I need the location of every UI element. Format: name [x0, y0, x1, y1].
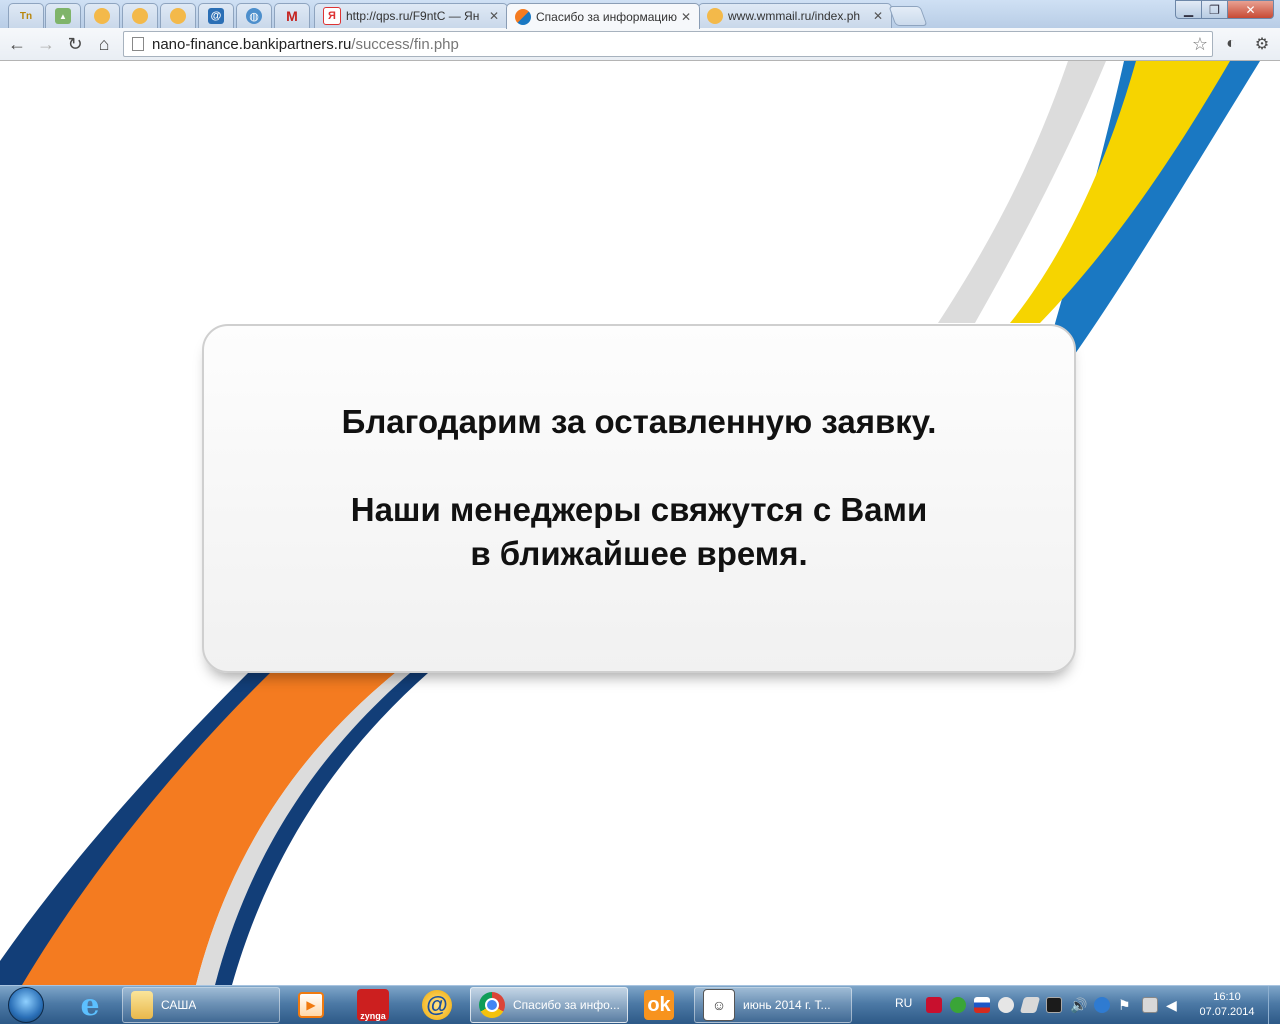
zynga-icon: zynga [357, 989, 389, 1021]
language-indicator[interactable]: RU [895, 996, 912, 1010]
address-host: nano-finance.bankipartners.ru [152, 35, 352, 53]
tab-pinned-3[interactable] [84, 3, 120, 28]
close-icon[interactable]: ✕ [871, 9, 885, 23]
tab-bankipartners-label: Спасибо за информацию [536, 9, 677, 24]
taskbar-zynga[interactable]: zynga [350, 987, 396, 1023]
thank-you-card: Благодарим за оставленную заявку. Наши м… [202, 324, 1076, 673]
uploader-icon: ▲ [55, 8, 71, 24]
taskbar-calendar-label: июнь 2014 г. Т... [743, 998, 831, 1012]
star-icon[interactable]: ☆ [1192, 34, 1208, 55]
taskbar-chrome-label: Спасибо за инфо... [513, 998, 620, 1012]
address-bar[interactable]: nano-finance.bankipartners.ru/success/fi… [123, 31, 1213, 57]
taskbar-ie[interactable]: e [64, 987, 116, 1023]
tab-wmmail[interactable]: www.wmmail.ru/index.ph ✕ [698, 3, 892, 28]
flag-icon[interactable]: ⚑ [1118, 997, 1134, 1013]
chrome-icon [479, 992, 505, 1018]
extension-button[interactable]: ◐ [1219, 32, 1243, 56]
extension-icon: ◐ [1226, 35, 1236, 52]
taskbar-mail-agent[interactable]: @ [414, 987, 460, 1023]
webmoney-icon [170, 8, 186, 24]
show-desktop-button[interactable] [1268, 986, 1280, 1024]
taskbar-calendar[interactable]: ☺ июнь 2014 г. Т... [694, 987, 852, 1023]
address-path: /success/fin.php [351, 35, 459, 53]
monitor-icon[interactable] [1046, 997, 1062, 1013]
eraser-icon[interactable] [1019, 997, 1041, 1013]
media-player-icon: ▶ [298, 992, 324, 1018]
adobe-tray-icon[interactable] [926, 997, 942, 1013]
restore-button[interactable]: ❐ [1201, 0, 1228, 19]
refresh-tray-icon[interactable] [950, 997, 966, 1013]
webmoney-icon [132, 8, 148, 24]
webmoney-icon [94, 8, 110, 24]
manager-contact-message-cont: в ближайшее время. [470, 535, 808, 572]
speaker-icon[interactable]: ◀ [1166, 997, 1182, 1013]
tab-pinned-5[interactable] [160, 3, 196, 28]
tab-pinned-7[interactable]: ◍ [236, 3, 272, 28]
steering-wheel-icon[interactable] [998, 997, 1014, 1013]
tabletki-icon: Tn [19, 10, 33, 22]
taskbar-folder-label: САША [161, 998, 197, 1012]
thank-you-message: Благодарим за оставленную заявку. [341, 403, 937, 440]
manager-contact-message: Наши менеджеры свяжутся с Вами [350, 491, 928, 528]
new-tab-button[interactable] [888, 6, 928, 26]
tab-pinned-2[interactable]: ▲ [45, 3, 81, 28]
forward-button[interactable]: → [34, 32, 58, 56]
teamviewer-icon[interactable] [1094, 997, 1110, 1013]
folder-icon [131, 991, 153, 1019]
reload-icon: ↻ [67, 33, 83, 54]
chrome-center-icon [485, 998, 499, 1012]
network-icon[interactable] [1142, 997, 1158, 1013]
globe-icon: ◍ [246, 8, 262, 24]
clock-time: 16:10 [1213, 991, 1241, 1003]
reload-button[interactable]: ↻ [63, 32, 87, 56]
close-window-button[interactable]: ✕ [1227, 0, 1274, 19]
start-button[interactable] [4, 986, 48, 1024]
tab-qps-label: http://qps.ru/F9ntC — Ян [346, 9, 480, 23]
home-icon: ⌂ [98, 33, 110, 54]
browser-toolbar: ← → ↻ ⌂ nano-finance.bankipartners.ru/su… [0, 28, 1280, 61]
zynga-label: zynga [360, 1011, 386, 1021]
volume-icon[interactable]: 🔊 [1070, 997, 1087, 1013]
russian-flag-icon[interactable] [974, 997, 990, 1013]
taskbar-chrome[interactable]: Спасибо за инфо... [470, 987, 628, 1023]
mail-at-icon: @ [208, 8, 224, 24]
wrench-icon: ⚙ [1254, 36, 1270, 53]
gmail-icon: M [286, 8, 298, 24]
mail-agent-label: @ [426, 992, 448, 1017]
back-button[interactable]: ← [5, 32, 29, 56]
taskbar-media-player[interactable]: ▶ [288, 987, 334, 1023]
taskbar: e САША ▶ zynga @ Спасибо за инфо... ok ☺… [0, 985, 1280, 1024]
arrow-right-icon: → [37, 33, 55, 54]
tab-qps[interactable]: Я http://qps.ru/F9ntC — Ян ✕ [314, 3, 508, 28]
menu-button[interactable]: ⚙ [1250, 32, 1274, 56]
tab-wmmail-label: www.wmmail.ru/index.ph [728, 9, 861, 23]
close-icon[interactable]: ✕ [679, 10, 693, 24]
mail-agent-icon: @ [422, 990, 452, 1020]
arrow-left-icon: ← [8, 33, 26, 54]
tab-pinned-6[interactable]: @ [198, 3, 234, 28]
ie-icon: e [80, 987, 100, 1023]
tab-bankipartners[interactable]: Спасибо за информацию ✕ [506, 3, 700, 29]
tab-pinned-8[interactable]: M [274, 3, 310, 28]
system-clock[interactable]: 16:10 07.07.2014 [1196, 990, 1258, 1020]
close-icon[interactable]: ✕ [487, 9, 501, 23]
page-icon [132, 37, 144, 51]
minimize-button[interactable]: ▁ [1175, 0, 1202, 19]
taskbar-folder[interactable]: САША [122, 987, 280, 1023]
webmoney-icon [707, 8, 723, 24]
tab-pinned-1[interactable]: Tn [8, 3, 44, 28]
taskbar-odnoklassniki[interactable]: ok [636, 987, 682, 1023]
tab-strip: Tn ▲ @ ◍ M Я http://qps.ru/F9ntC — Ян ✕ … [0, 0, 1280, 29]
clock-date: 07.07.2014 [1199, 1006, 1255, 1018]
tab-pinned-4[interactable] [122, 3, 158, 28]
home-button[interactable]: ⌂ [92, 32, 116, 56]
windows-logo-icon [8, 987, 44, 1023]
bankipartners-icon [515, 8, 531, 25]
page-content: Благодарим за оставленную заявку. Наши м… [0, 61, 1280, 985]
yandex-icon: Я [323, 7, 341, 25]
odnoklassniki-icon: ok [644, 990, 674, 1020]
calendar-app-icon: ☺ [703, 989, 735, 1021]
